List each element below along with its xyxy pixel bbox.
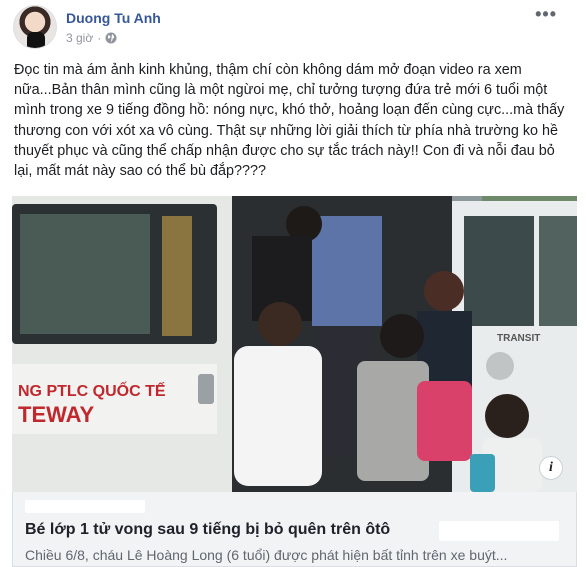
globe-icon bbox=[105, 32, 117, 44]
link-domain-redacted bbox=[25, 500, 145, 513]
post-text: Đọc tin mà ám ảnh kinh khủng, thậm chí c… bbox=[14, 62, 565, 180]
bus-brand: TRANSIT bbox=[497, 333, 540, 344]
post-time[interactable]: 3 giờ bbox=[66, 31, 93, 45]
info-icon[interactable]: i bbox=[539, 456, 563, 480]
post-header: Duong Tu Anh 3 giờ · ••• bbox=[0, 0, 587, 56]
link-title[interactable]: Bé lớp 1 tử vong sau 9 tiếng bị bỏ quên … bbox=[25, 521, 390, 539]
post-meta: 3 giờ · bbox=[66, 31, 117, 45]
bus-lettering-top: NG PTLC QUỐC TẾ bbox=[18, 380, 166, 400]
avatar[interactable] bbox=[13, 5, 57, 49]
post-photo[interactable]: NG PTLC QUỐC TẾ TEWAY TRANSIT i bbox=[12, 196, 577, 492]
bus-lettering-bottom: TEWAY bbox=[18, 402, 95, 427]
more-options-icon[interactable]: ••• bbox=[535, 4, 557, 25]
bus-scene-image: NG PTLC QUỐC TẾ TEWAY TRANSIT bbox=[12, 196, 577, 492]
link-preview[interactable]: Bé lớp 1 tử vong sau 9 tiếng bị bỏ quên … bbox=[12, 492, 577, 567]
link-title-redacted bbox=[439, 521, 559, 541]
author-name[interactable]: Duong Tu Anh bbox=[66, 10, 161, 26]
link-description: Chiều 6/8, cháu Lê Hoàng Long (6 tuổi) đ… bbox=[25, 547, 508, 563]
